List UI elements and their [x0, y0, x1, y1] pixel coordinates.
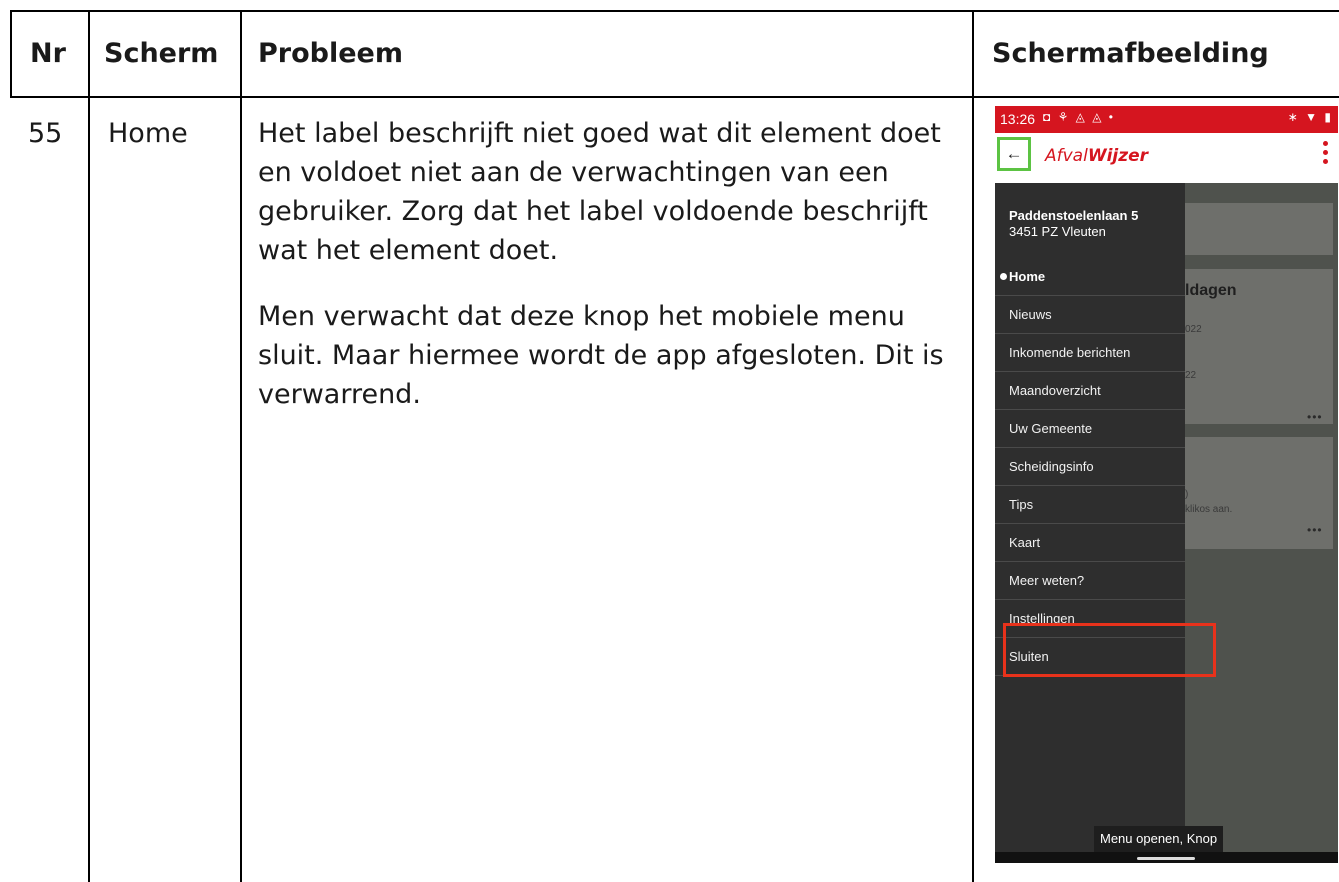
active-bullet-icon	[1000, 273, 1007, 280]
logo-bold: Wijzer	[1087, 146, 1149, 166]
row-scherm: Home	[108, 118, 188, 149]
more-horiz-icon: •••	[1307, 523, 1323, 537]
gesture-nav-bar	[995, 852, 1338, 863]
row-probleem: Het label beschrijft niet goed wat dit e…	[258, 114, 958, 441]
menu-item-kaart[interactable]: Kaart	[995, 524, 1185, 562]
tooltip: Menu openen, Knop	[1094, 826, 1224, 852]
menu-item-scheidingsinfo[interactable]: Scheidingsinfo	[995, 448, 1185, 486]
header-scherm: Scherm	[104, 38, 219, 69]
navigation-drawer: Paddenstoelenlaan 5 3451 PZ Vleuten Home…	[995, 183, 1185, 853]
menu-item-maandoverzicht[interactable]: Maandoverzicht	[995, 372, 1185, 410]
home-indicator[interactable]	[1137, 857, 1195, 860]
header-probleem: Probleem	[258, 38, 403, 69]
header-schermafbeelding: Schermafbeelding	[992, 38, 1269, 69]
status-time: 13:26	[1000, 111, 1036, 127]
row-nr: 55	[28, 118, 63, 149]
menu-item-tips[interactable]: Tips	[995, 486, 1185, 524]
bg-text: klikos aan.	[1185, 504, 1233, 515]
bg-heading: ldagen	[1185, 282, 1237, 299]
more-horiz-icon: •••	[1307, 410, 1323, 424]
col-divider-3	[972, 10, 974, 882]
status-bar: 13:26 ◘ ⚘ ◬ ◬ • ∗ ▼ ▮	[995, 106, 1338, 133]
bg-paren: )	[1185, 489, 1189, 500]
table-border-top	[10, 10, 1339, 12]
bg-date-1: 022	[1185, 324, 1202, 335]
address-line-2: 3451 PZ Vleuten	[1009, 224, 1106, 239]
menu-label: Home	[1009, 269, 1046, 284]
app-bar: ← AfvalWijzer	[995, 133, 1338, 183]
menu-item-home[interactable]: Home	[995, 258, 1185, 296]
header-nr: Nr	[30, 38, 66, 69]
highlight-box	[1003, 623, 1216, 677]
table-border-left	[10, 10, 12, 96]
more-vert-icon[interactable]	[1323, 141, 1328, 168]
bg-date-2: 22	[1185, 370, 1197, 381]
bg-card-1	[1185, 203, 1333, 255]
back-arrow-icon[interactable]: ←	[997, 137, 1031, 171]
afvalwijzer-logo: AfvalWijzer	[1045, 146, 1148, 166]
probleem-paragraph-1: Het label beschrijft niet goed wat dit e…	[258, 118, 941, 266]
menu-item-meer-weten[interactable]: Meer weten?	[995, 562, 1185, 600]
col-divider-1	[88, 10, 90, 882]
header-divider	[10, 96, 1339, 98]
notification-icons: ◘ ⚘ ◬ ◬ •	[1043, 110, 1115, 124]
col-divider-2	[240, 10, 242, 882]
menu-item-inkomende-berichten[interactable]: Inkomende berichten	[995, 334, 1185, 372]
probleem-paragraph-2: Men verwacht dat deze knop het mobiele m…	[258, 301, 944, 410]
menu-item-uw-gemeente[interactable]: Uw Gemeente	[995, 410, 1185, 448]
address-line-1: Paddenstoelenlaan 5	[1009, 208, 1139, 223]
phone-screenshot: 13:26 ◘ ⚘ ◬ ◬ • ∗ ▼ ▮ ← AfvalWijzer ldag…	[995, 106, 1338, 863]
logo-prefix: Afval	[1045, 146, 1088, 166]
menu-item-nieuws[interactable]: Nieuws	[995, 296, 1185, 334]
system-icons: ∗ ▼ ▮	[1287, 110, 1333, 124]
